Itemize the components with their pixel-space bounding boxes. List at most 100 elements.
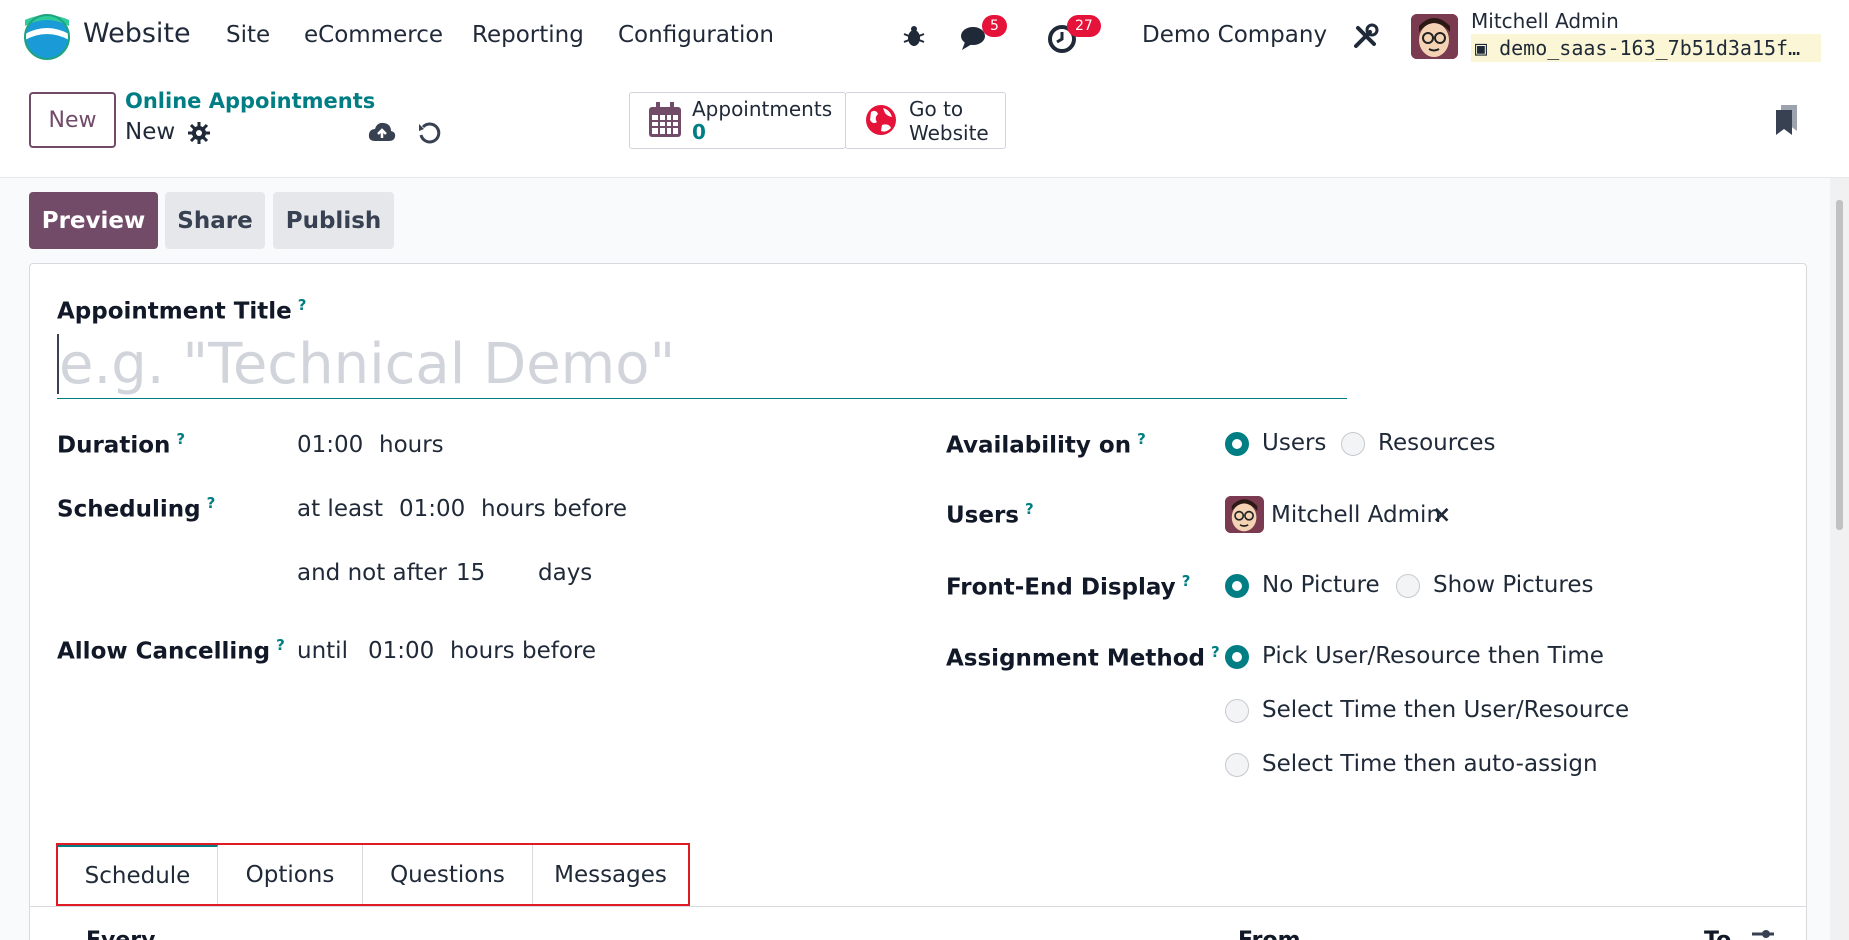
help-icon[interactable]: ? bbox=[1182, 572, 1191, 590]
globe-icon bbox=[866, 105, 896, 135]
appointment-title-label: Appointment Title? bbox=[57, 296, 306, 325]
discard-undo-icon[interactable] bbox=[417, 121, 441, 145]
scheduling-prefix-2: and not after bbox=[297, 560, 447, 586]
duration-value-field[interactable]: 01:00 bbox=[297, 432, 363, 458]
share-button[interactable]: Share bbox=[165, 192, 265, 249]
radio-no-picture-label[interactable]: No Picture bbox=[1262, 572, 1380, 598]
radio-pick-user-then-time-label[interactable]: Pick User/Resource then Time bbox=[1262, 643, 1604, 669]
text-cursor bbox=[57, 334, 59, 394]
control-panel: New Online Appointments New Appointments… bbox=[0, 75, 1849, 178]
column-from[interactable]: From bbox=[1238, 928, 1301, 940]
min-schedule-field[interactable]: 01:00 bbox=[399, 496, 465, 522]
appointment-title-input[interactable] bbox=[57, 330, 1347, 399]
company-switcher[interactable]: Demo Company bbox=[1142, 22, 1327, 48]
tab-bar-divider bbox=[29, 906, 1807, 907]
availability-label: Availability on? bbox=[946, 430, 1146, 459]
scheduling-unit-2: days bbox=[538, 560, 593, 586]
notebook-tabs-highlight: Schedule Options Questions Messages bbox=[56, 843, 690, 906]
menu-ecommerce[interactable]: eCommerce bbox=[304, 22, 443, 48]
duration-label-text: Duration bbox=[57, 432, 171, 459]
optional-columns-toggle-icon[interactable] bbox=[1750, 928, 1776, 940]
database-name: ▣ demo_saas-163_7b51d3a15f… bbox=[1471, 34, 1821, 62]
radio-show-pictures[interactable] bbox=[1396, 574, 1420, 598]
radio-time-then-auto-assign[interactable] bbox=[1225, 753, 1249, 777]
tab-messages[interactable]: Messages bbox=[533, 845, 688, 904]
preview-button[interactable]: Preview bbox=[29, 192, 158, 249]
users-label-text: Users bbox=[946, 502, 1019, 529]
help-icon[interactable]: ? bbox=[1211, 643, 1220, 661]
radio-no-picture[interactable] bbox=[1225, 574, 1249, 598]
radio-users-label[interactable]: Users bbox=[1262, 430, 1326, 456]
radio-time-then-user[interactable] bbox=[1225, 699, 1249, 723]
calendar-icon bbox=[649, 102, 681, 137]
user-tag-remove-icon[interactable]: × bbox=[1432, 502, 1451, 528]
user-tag-avatar bbox=[1225, 496, 1264, 533]
assignment-method-label-text: Assignment Method bbox=[946, 645, 1205, 672]
user-tag-face-icon bbox=[1225, 496, 1264, 533]
help-icon[interactable]: ? bbox=[207, 494, 216, 512]
allow-cancelling-label: Allow Cancelling? bbox=[57, 636, 285, 665]
front-end-display-label: Front-End Display? bbox=[946, 572, 1190, 601]
debug-bug-icon[interactable] bbox=[902, 24, 926, 48]
app-name[interactable]: Website bbox=[83, 18, 191, 49]
database-icon: ▣ bbox=[1475, 36, 1488, 60]
appointments-label: Appointments bbox=[692, 97, 833, 121]
publish-button[interactable]: Publish bbox=[273, 192, 394, 249]
record-name: New bbox=[125, 119, 176, 145]
appointments-count: 0 bbox=[692, 120, 706, 144]
users-label: Users? bbox=[946, 500, 1034, 529]
assignment-method-label: Assignment Method? bbox=[946, 643, 1220, 672]
help-icon[interactable]: ? bbox=[298, 296, 307, 314]
cancelling-value-field[interactable]: 01:00 bbox=[368, 638, 434, 664]
radio-show-pictures-label[interactable]: Show Pictures bbox=[1433, 572, 1593, 598]
radio-pick-user-then-time[interactable] bbox=[1225, 645, 1249, 669]
column-every[interactable]: Every bbox=[86, 928, 155, 940]
help-icon[interactable]: ? bbox=[1025, 500, 1034, 518]
radio-users[interactable] bbox=[1225, 432, 1249, 456]
top-navbar: Website Site eCommerce Reporting Configu… bbox=[0, 0, 1849, 75]
scheduling-label-text: Scheduling bbox=[57, 496, 201, 523]
menu-site[interactable]: Site bbox=[226, 22, 270, 48]
go-to-website-smart-button[interactable]: Go to Website bbox=[845, 92, 1006, 149]
tab-options[interactable]: Options bbox=[218, 845, 363, 904]
appointments-smart-button[interactable]: Appointments 0 bbox=[629, 92, 846, 149]
settings-tools-icon[interactable] bbox=[1352, 22, 1380, 50]
allow-cancelling-label-text: Allow Cancelling bbox=[57, 638, 271, 665]
website-label: Website bbox=[909, 121, 989, 145]
chatter-bookmark-icon[interactable] bbox=[1775, 105, 1799, 135]
radio-time-then-user-label[interactable]: Select Time then User/Resource bbox=[1262, 697, 1629, 723]
website-app-logo-icon[interactable] bbox=[24, 14, 70, 60]
save-cloud-upload-icon[interactable] bbox=[368, 121, 396, 145]
column-to[interactable]: To bbox=[1704, 928, 1731, 940]
radio-resources[interactable] bbox=[1341, 432, 1365, 456]
breadcrumb-online-appointments[interactable]: Online Appointments bbox=[125, 89, 375, 113]
gear-icon[interactable] bbox=[188, 122, 210, 144]
help-icon[interactable]: ? bbox=[176, 430, 185, 448]
new-button[interactable]: New bbox=[29, 92, 116, 148]
appointment-title-label-text: Appointment Title bbox=[57, 298, 292, 325]
scheduling-label: Scheduling? bbox=[57, 494, 215, 523]
page-scrollbar-thumb[interactable] bbox=[1836, 200, 1843, 530]
tab-schedule[interactable]: Schedule bbox=[58, 845, 218, 904]
menu-reporting[interactable]: Reporting bbox=[472, 22, 584, 48]
user-tag-name: Mitchell Admin bbox=[1271, 502, 1442, 528]
tab-questions[interactable]: Questions bbox=[363, 845, 533, 904]
radio-time-then-auto-assign-label[interactable]: Select Time then auto-assign bbox=[1262, 751, 1598, 777]
database-name-text: demo_saas-163_7b51d3a15f… bbox=[1499, 36, 1801, 60]
user-avatar-face-icon bbox=[1411, 14, 1458, 59]
help-icon[interactable]: ? bbox=[276, 636, 285, 654]
cancelling-prefix: until bbox=[297, 638, 348, 664]
radio-resources-label[interactable]: Resources bbox=[1378, 430, 1495, 456]
messages-count-badge: 5 bbox=[982, 15, 1007, 37]
go-to-label: Go to bbox=[909, 97, 964, 121]
scheduling-prefix: at least bbox=[297, 496, 384, 522]
user-name[interactable]: Mitchell Admin bbox=[1471, 9, 1619, 33]
activities-count-badge: 27 bbox=[1067, 15, 1101, 37]
help-icon[interactable]: ? bbox=[1137, 430, 1146, 448]
scheduling-unit: hours before bbox=[481, 496, 627, 522]
duration-label: Duration? bbox=[57, 430, 185, 459]
user-avatar[interactable] bbox=[1411, 14, 1458, 59]
front-end-display-label-text: Front-End Display bbox=[946, 574, 1176, 601]
menu-configuration[interactable]: Configuration bbox=[618, 22, 774, 48]
max-schedule-field[interactable]: 15 bbox=[456, 560, 485, 586]
